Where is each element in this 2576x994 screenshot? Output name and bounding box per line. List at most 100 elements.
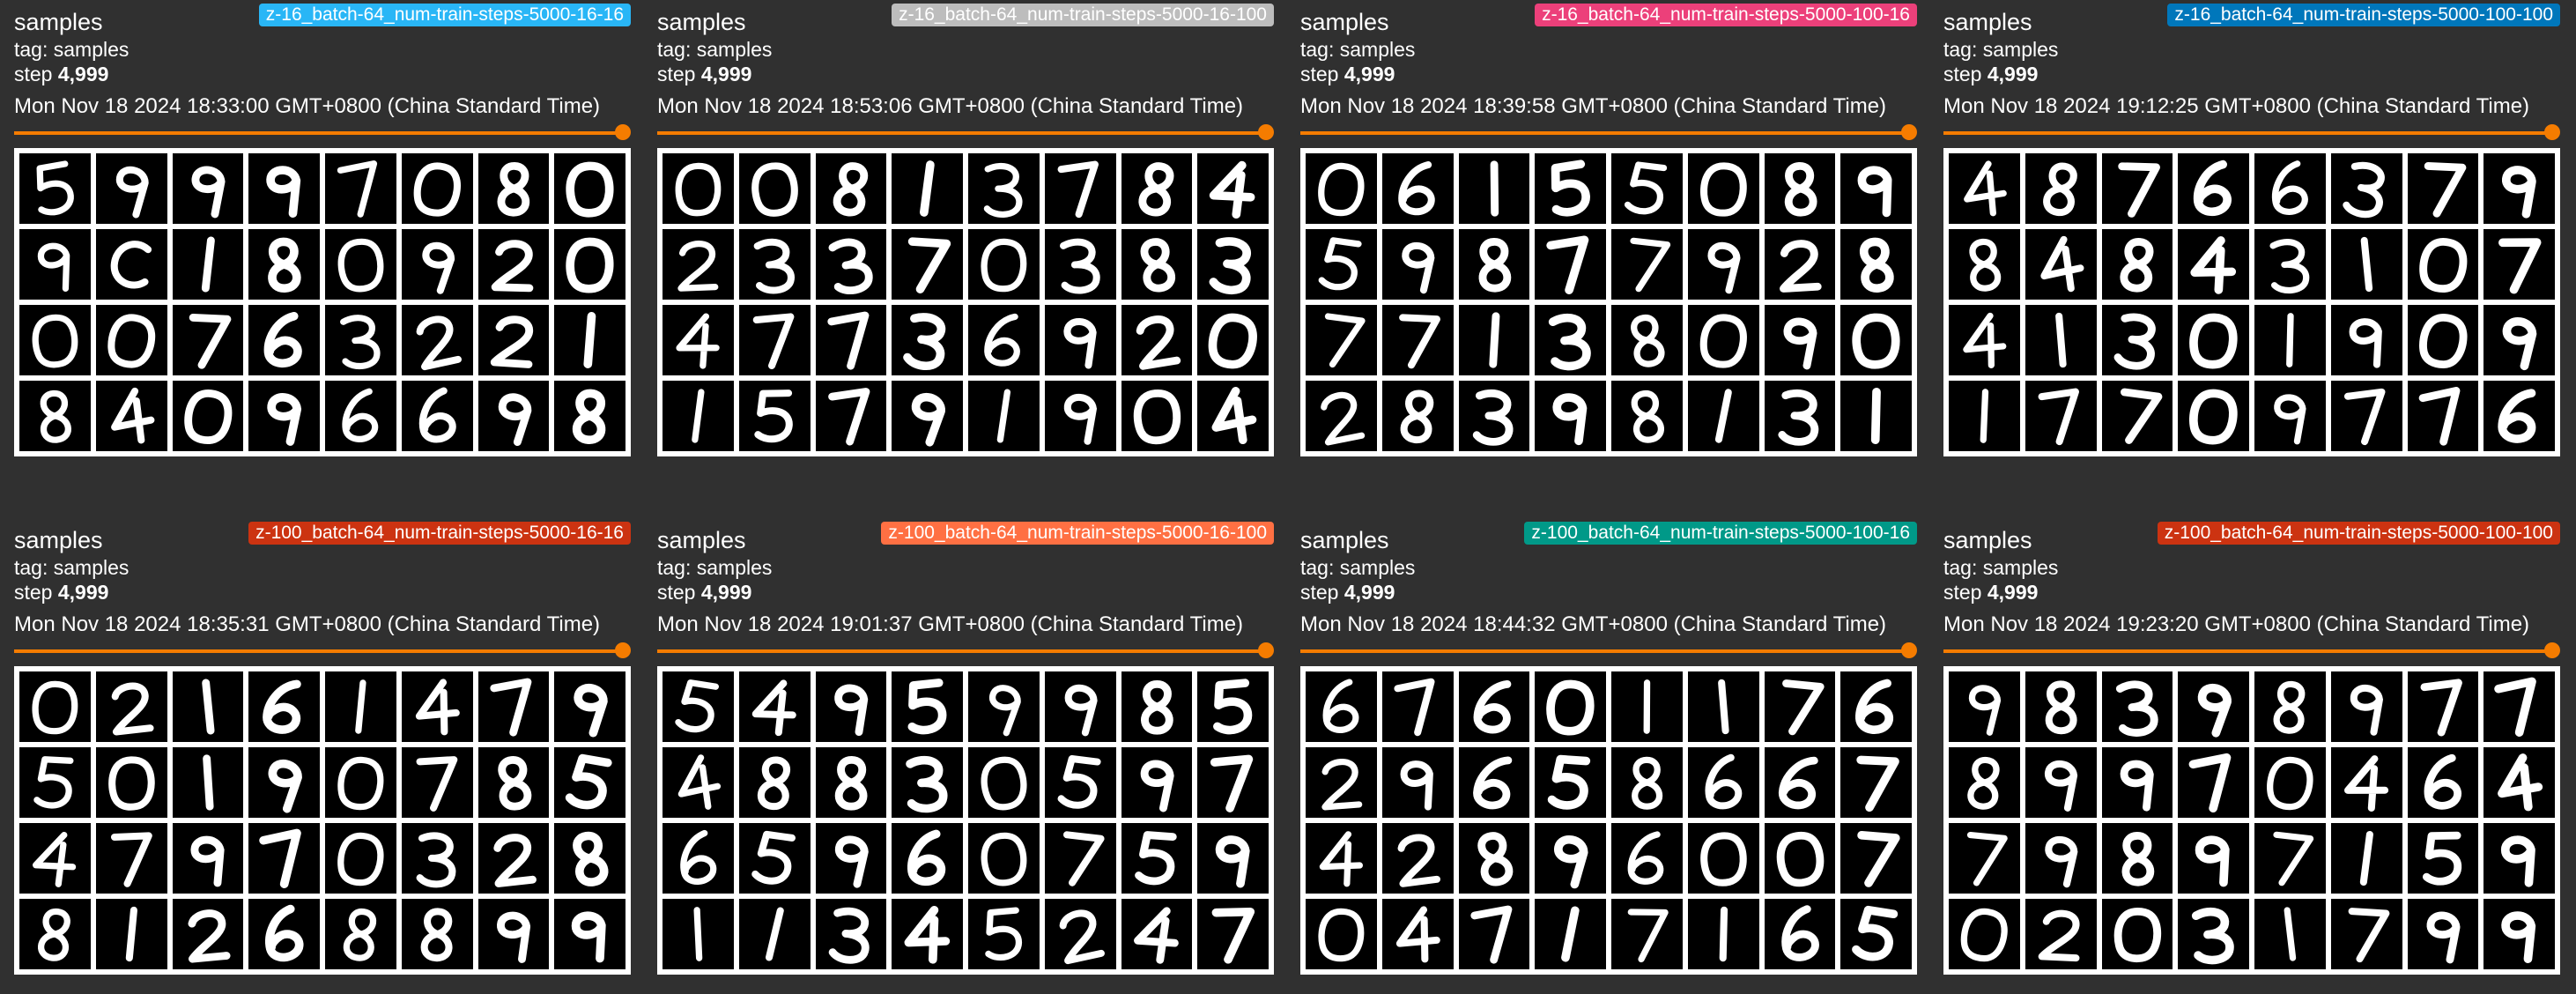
slider-track[interactable] [14, 649, 625, 653]
generated-digit-tile [1381, 153, 1454, 224]
generated-digit-tile [968, 381, 1040, 451]
generated-digit-tile [663, 899, 734, 969]
image-card: samples z-16_batch-64_num-train-steps-500… [657, 0, 1274, 476]
step-slider[interactable] [1300, 122, 1917, 143]
generated-digit-tile [248, 747, 320, 818]
slider-track[interactable] [1943, 131, 2555, 135]
generated-digit-tile [2101, 899, 2173, 969]
generated-digit-tile [1306, 305, 1377, 375]
generated-digit-tile [1611, 899, 1683, 969]
slider-thumb[interactable] [1901, 642, 1917, 658]
generated-digit-tile [738, 229, 811, 300]
generated-digit-tile [1949, 381, 2020, 451]
slider-track[interactable] [657, 649, 1269, 653]
generated-digit-tile [2025, 823, 2097, 894]
generated-digit-tile [1611, 671, 1683, 742]
step-label: step 4,999 [1943, 580, 2038, 605]
generated-digit-tile [2101, 305, 2173, 375]
step-value: 4,999 [700, 63, 752, 85]
generated-digit-tile [477, 899, 550, 969]
sample-image[interactable] [14, 148, 631, 456]
step-slider[interactable] [657, 640, 1274, 661]
generated-digit-tile [1535, 671, 1606, 742]
generated-digit-tile [1458, 747, 1530, 818]
slider-thumb[interactable] [2544, 642, 2560, 658]
sample-image[interactable] [657, 666, 1274, 975]
generated-digit-tile [1197, 899, 1269, 969]
slider-track[interactable] [1300, 131, 1912, 135]
sample-image[interactable] [657, 148, 1274, 456]
generated-digit-tile [1611, 747, 1683, 818]
generated-digit-tile [2330, 899, 2402, 969]
tag-label: tag: samples [1943, 556, 2059, 579]
slider-thumb[interactable] [1901, 124, 1917, 140]
tag-label: tag: samples [657, 38, 773, 61]
generated-digit-tile [1197, 747, 1269, 818]
generated-digit-tile [968, 229, 1040, 300]
generated-digit-tile [1458, 229, 1530, 300]
run-name-badge: z-100_batch-64_num-train-steps-5000-100-… [1524, 522, 1917, 545]
sample-image[interactable] [1943, 666, 2560, 975]
slider-track[interactable] [1943, 649, 2555, 653]
generated-digit-tile [968, 747, 1040, 818]
sample-image[interactable] [1300, 148, 1917, 456]
card-title: samples [657, 527, 746, 553]
generated-digit-tile [172, 671, 244, 742]
slider-track[interactable] [14, 131, 625, 135]
slider-thumb[interactable] [615, 124, 631, 140]
run-name-badge: z-100_batch-64_num-train-steps-5000-16-1… [248, 522, 631, 545]
generated-digit-tile [1121, 229, 1193, 300]
generated-digit-tile [2407, 899, 2479, 969]
generated-digit-tile [1764, 305, 1836, 375]
generated-digit-tile [1458, 153, 1530, 224]
generated-digit-tile [1458, 823, 1530, 894]
slider-thumb[interactable] [615, 642, 631, 658]
generated-digit-tile [2407, 747, 2479, 818]
generated-digit-tile [1306, 899, 1377, 969]
card-title: samples [1300, 527, 1389, 553]
image-card-grid: samples z-16_batch-64_num-train-steps-500… [0, 0, 2576, 985]
generated-digit-tile [663, 671, 734, 742]
generated-digit-tile [738, 381, 811, 451]
generated-digit-tile [401, 229, 473, 300]
generated-digit-tile [554, 229, 625, 300]
slider-thumb[interactable] [2544, 124, 2560, 140]
timestamp: Mon Nov 18 2024 18:44:32 GMT+0800 (China… [1300, 612, 1887, 636]
generated-digit-tile [95, 823, 167, 894]
sample-image[interactable] [1943, 148, 2560, 456]
run-name-badge: z-16_batch-64_num-train-steps-5000-100-1… [1535, 4, 1917, 26]
generated-digit-tile [2025, 229, 2097, 300]
generated-digit-tile [325, 899, 396, 969]
card-title: samples [14, 9, 103, 35]
generated-digit-tile [1197, 229, 1269, 300]
generated-digit-tile [2178, 229, 2249, 300]
generated-digit-tile [663, 305, 734, 375]
generated-digit-tile [892, 229, 963, 300]
generated-digit-tile [1458, 381, 1530, 451]
generated-digit-tile [1197, 381, 1269, 451]
generated-digit-tile [1687, 823, 1759, 894]
image-card: samples z-100_batch-64_num-train-steps-50… [657, 518, 1274, 994]
slider-thumb[interactable] [1258, 642, 1274, 658]
step-slider[interactable] [657, 122, 1274, 143]
step-slider[interactable] [1943, 122, 2560, 143]
slider-track[interactable] [657, 131, 1269, 135]
tag-label: tag: samples [657, 556, 773, 579]
step-slider[interactable] [14, 122, 631, 143]
generated-digit-tile [738, 671, 811, 742]
generated-digit-tile [2178, 671, 2249, 742]
generated-digit-tile [477, 747, 550, 818]
generated-digit-tile [2330, 747, 2402, 818]
generated-digit-tile [1306, 671, 1377, 742]
sample-image[interactable] [1300, 666, 1917, 975]
sample-image[interactable] [14, 666, 631, 975]
generated-digit-tile [401, 671, 473, 742]
generated-digit-tile [1381, 381, 1454, 451]
timestamp: Mon Nov 18 2024 19:12:25 GMT+0800 (China… [1943, 94, 2530, 118]
step-slider[interactable] [1300, 640, 1917, 661]
step-slider[interactable] [1943, 640, 2560, 661]
step-slider[interactable] [14, 640, 631, 661]
slider-track[interactable] [1300, 649, 1912, 653]
generated-digit-tile [815, 671, 887, 742]
slider-thumb[interactable] [1258, 124, 1274, 140]
